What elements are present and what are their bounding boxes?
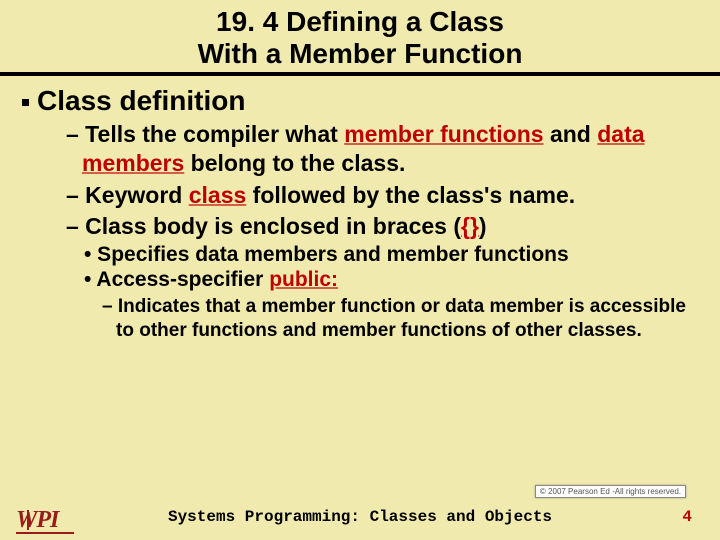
footer-text: Systems Programming: Classes and Objects [0,508,720,526]
slide-title: 19. 4 Defining a Class With a Member Fun… [0,0,720,76]
logo-right: PI [36,507,58,533]
subsubbullet-1: – Indicates that a member function or da… [102,295,702,343]
sub2-pre: • Access-specifier [84,268,269,291]
b2-pre: – Keyword [66,182,189,208]
b1-mid: and [544,121,598,147]
wpi-logo: WPI [16,507,74,534]
b1-hl1: member functions [344,121,543,147]
heading-text: Class definition [37,85,245,116]
b3-post: ) [479,213,487,239]
subbullet-2: • Access-specifier public: [84,267,702,293]
title-line-2: With a Member Function [0,38,720,70]
page-number: 4 [682,508,692,526]
logo-separator-icon [27,510,29,530]
bullet-1: – Tells the compiler what member functio… [66,120,702,179]
b3-hl: {} [461,213,479,239]
bullet-3: – Class body is enclosed in braces ({}) [66,212,702,241]
subbullet-1: • Specifies data members and member func… [84,242,702,268]
slide-body: Class definition – Tells the compiler wh… [0,76,720,342]
title-line-1: 19. 4 Defining a Class [0,6,720,38]
b3-pre: – Class body is enclosed in braces ( [66,213,461,239]
sub2-hl: public: [269,268,338,291]
b1-post: belong to the class. [184,150,405,176]
b2-hl: class [189,182,247,208]
b2-post: followed by the class's name. [246,182,575,208]
b1-pre: – Tells the compiler what [66,121,344,147]
square-bullet-icon [22,99,29,106]
copyright-notice: © 2007 Pearson Ed -All rights reserved. [535,485,686,498]
bullet-2: – Keyword class followed by the class's … [66,181,702,210]
heading-level1: Class definition [22,84,702,118]
